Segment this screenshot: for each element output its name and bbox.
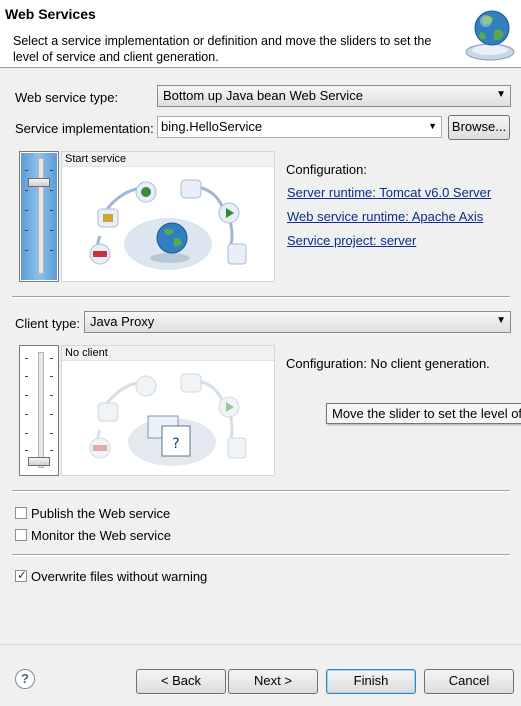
separator [12, 296, 510, 298]
slider-tick [25, 230, 28, 231]
slider-thumb[interactable] [28, 457, 50, 466]
chevron-down-icon[interactable]: ▼ [428, 121, 437, 131]
web-service-runtime-link[interactable]: Web service runtime: Apache Axis [287, 209, 483, 224]
service-level-illustration: Start service [61, 151, 275, 282]
overwrite-checkbox[interactable] [15, 568, 27, 582]
web-service-type-value: Bottom up Java bean Web Service [163, 88, 363, 103]
slider-tick [25, 190, 28, 191]
slider-tick [50, 250, 53, 251]
client-type-select[interactable]: Java Proxy ▼ [84, 311, 511, 333]
help-icon[interactable]: ? [15, 669, 35, 689]
next-button[interactable]: Next > [228, 669, 318, 694]
service-implementation-input[interactable]: bing.HelloService ▼ [157, 116, 442, 138]
slider-tick [50, 395, 53, 396]
web-service-type-label: Web service type: [15, 90, 119, 105]
publish-checkbox[interactable] [15, 507, 27, 519]
server-runtime-link[interactable]: Server runtime: Tomcat v6.0 Server [287, 185, 491, 200]
separator [12, 554, 510, 556]
slider-tick [25, 395, 28, 396]
slider-tick [50, 190, 53, 191]
client-configuration-label: Configuration: No client generation. [286, 356, 490, 371]
overwrite-label[interactable]: Overwrite files without warning [31, 569, 207, 584]
client-type-value: Java Proxy [90, 314, 155, 329]
separator [12, 490, 510, 492]
service-implementation-label: Service implementation: [15, 121, 154, 136]
chevron-down-icon: ▼ [496, 89, 506, 100]
slider-tick [25, 210, 28, 211]
chevron-down-icon: ▼ [496, 315, 506, 326]
web-services-globe-icon [462, 6, 516, 62]
monitor-label[interactable]: Monitor the Web service [31, 528, 171, 543]
slider-tick [25, 433, 28, 434]
slider-tick [25, 250, 28, 251]
svg-text:?: ? [172, 436, 179, 452]
client-workflow-diagram: ? [89, 373, 247, 466]
web-service-type-select[interactable]: Bottom up Java bean Web Service ▼ [157, 85, 511, 107]
slider-tick [50, 358, 53, 359]
monitor-checkbox[interactable] [15, 529, 27, 541]
slider-tick [25, 358, 28, 359]
page-title: Web Services [5, 6, 96, 22]
client-type-label: Client type: [15, 316, 81, 331]
slider-track [38, 158, 44, 274]
finish-button[interactable]: Finish [326, 669, 416, 694]
slider-tick [25, 170, 28, 171]
browse-button[interactable]: Browse... [448, 115, 510, 140]
footer-divider [0, 644, 521, 645]
cancel-button[interactable]: Cancel [424, 669, 514, 694]
service-configuration-label: Configuration: [286, 162, 367, 177]
slider-tick [25, 450, 28, 451]
slider-tick [50, 433, 53, 434]
slider-tooltip: Move the slider to set the level of clie… [326, 403, 521, 424]
slider-tick [25, 414, 28, 415]
slider-tick [50, 230, 53, 231]
service-project-link[interactable]: Service project: server [287, 233, 416, 248]
service-slider-caption: Start service [65, 153, 127, 165]
page-description: Select a service implementation or defin… [13, 34, 432, 64]
slider-tick [50, 450, 53, 451]
service-implementation-value: bing.HelloService [161, 119, 263, 134]
back-button[interactable]: < Back [136, 669, 226, 694]
wizard-header: Web Services Select a service implementa… [0, 0, 521, 68]
slider-tick [50, 376, 53, 377]
client-level-illustration: No client ? [61, 345, 275, 476]
service-level-slider[interactable] [19, 151, 59, 282]
client-slider-caption: No client [65, 347, 108, 359]
slider-tick [50, 170, 53, 171]
publish-label[interactable]: Publish the Web service [31, 506, 170, 521]
slider-track [38, 352, 44, 468]
slider-tick [25, 376, 28, 377]
slider-tick [50, 210, 53, 211]
slider-tick [50, 414, 53, 415]
service-workflow-diagram [89, 179, 247, 270]
client-level-slider[interactable] [19, 345, 59, 476]
slider-thumb[interactable] [28, 178, 50, 187]
